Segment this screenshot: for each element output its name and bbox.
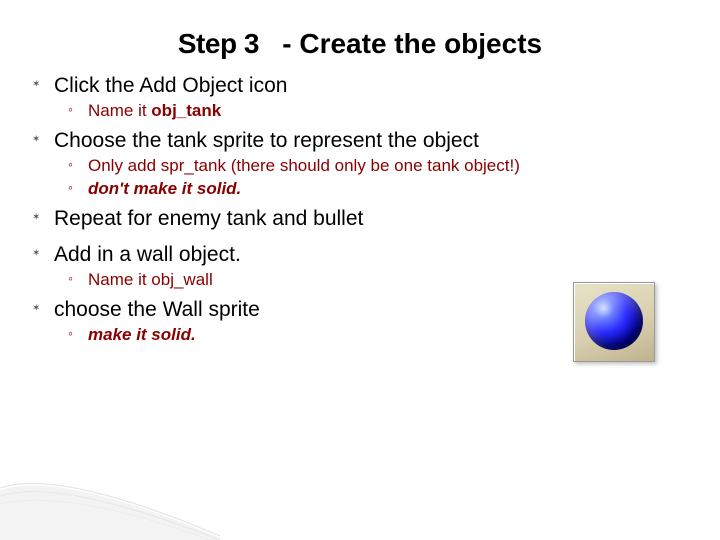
decorative-swoosh [0,460,220,540]
slide-title: Step 3 - Create the objects [0,0,720,74]
sub-text: Name it obj_wall [88,270,213,289]
sub-bold-italic: make it solid. [88,325,196,344]
sub-bullet: don't make it solid. [68,178,700,201]
bullet-text: Add in a wall object. [54,243,241,266]
bullet-text: Click the Add Object icon [54,74,287,97]
sub-text: Only add spr_tank (there should only be … [88,156,520,175]
sub-bullet: Name it obj_tank [68,100,700,123]
title-step: Step 3 [178,28,259,59]
title-rest: - Create the objects [282,28,542,59]
sub-bullet: Only add spr_tank (there should only be … [68,155,700,178]
bullet-item: Click the Add Object icon Name it obj_ta… [32,74,700,123]
bullet-text: choose the Wall sprite [54,298,260,321]
bullet-item: Choose the tank sprite to represent the … [32,129,700,201]
sub-bold-italic: don't make it solid. [88,179,241,198]
bullet-text: Choose the tank sprite to represent the … [54,129,479,152]
sub-text: Name it [88,101,151,120]
slide-content: Click the Add Object icon Name it obj_ta… [0,74,720,347]
bullet-text: Repeat for enemy tank and bullet [54,207,363,230]
bullet-item: Repeat for enemy tank and bullet [32,207,700,231]
blue-sphere-icon [585,292,643,350]
sub-bold: obj_tank [151,101,221,120]
object-tile-icon [573,282,655,362]
